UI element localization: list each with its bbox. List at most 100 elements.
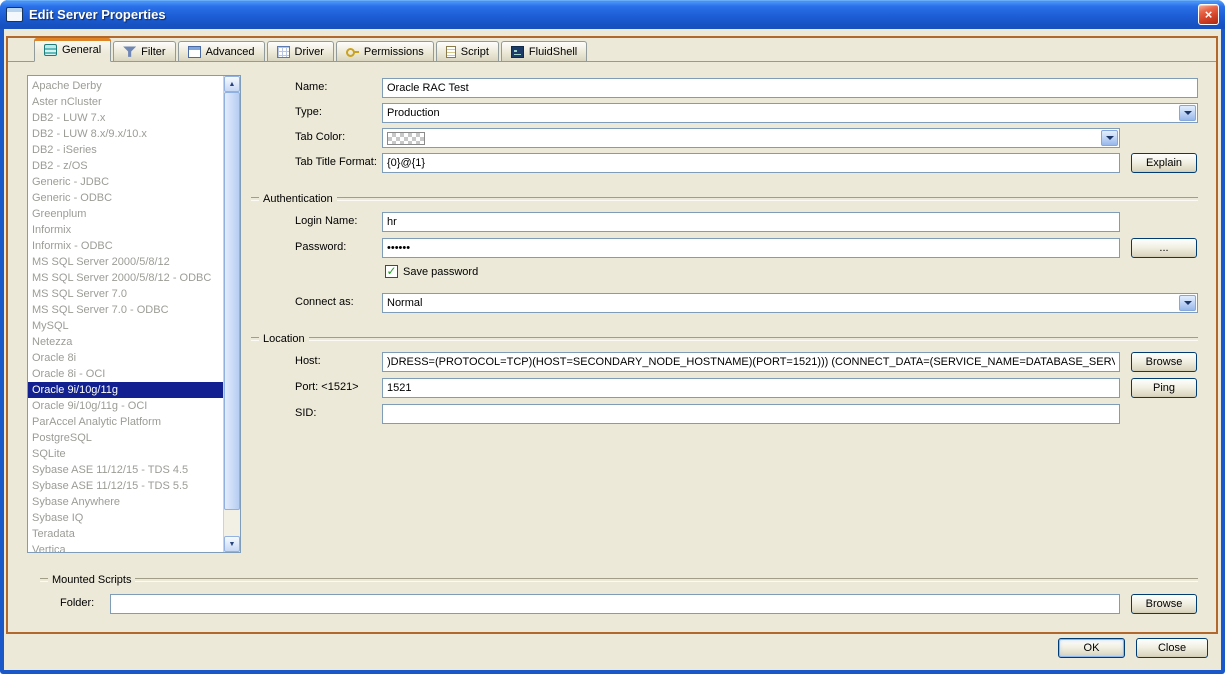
server-type-list[interactable]: Apache Derby Aster nCluster DB2 - LUW 7.x D… [27, 75, 241, 553]
type-dropdown-button[interactable] [1179, 105, 1196, 121]
list-item[interactable]: MS SQL Server 7.0 [28, 286, 223, 302]
host-input[interactable] [382, 352, 1120, 372]
tab-general[interactable]: General [34, 38, 112, 62]
type-value: Production [387, 107, 440, 119]
list-item[interactable]: Netezza [28, 334, 223, 350]
list-item[interactable]: Sybase IQ [28, 510, 223, 526]
scroll-up-button[interactable]: ▲ [224, 76, 240, 92]
login-name-label: Login Name: [295, 215, 358, 227]
list-item[interactable]: Aster nCluster [28, 94, 223, 110]
list-item[interactable]: DB2 - z/OS [28, 158, 223, 174]
list-item[interactable]: MS SQL Server 7.0 - ODBC [28, 302, 223, 318]
list-item[interactable]: Vertica [28, 542, 223, 552]
separator-line [135, 578, 1198, 582]
separator-line [251, 337, 259, 341]
edit-server-properties-dialog: Edit Server Properties × General Filter Ad… [0, 0, 1225, 674]
list-item[interactable]: Teradata [28, 526, 223, 542]
authentication-title: Authentication [263, 193, 333, 205]
driver-tab-icon [276, 45, 290, 58]
list-item[interactable]: MS SQL Server 2000/5/8/12 [28, 254, 223, 270]
folder-label: Folder: [60, 597, 95, 609]
list-item[interactable]: Informix - ODBC [28, 238, 223, 254]
list-item[interactable]: DB2 - iSeries [28, 142, 223, 158]
checkbox-box: ✓ [385, 263, 398, 278]
save-password-checkbox[interactable]: ✓ Save password [385, 263, 479, 278]
tab-label: FluidShell [528, 45, 578, 58]
list-item[interactable]: PostgreSQL [28, 430, 223, 446]
tab-color-label: Tab Color: [295, 131, 346, 143]
scroll-thumb[interactable] [224, 92, 240, 510]
title-bar[interactable]: Edit Server Properties × [0, 0, 1225, 29]
list-item[interactable]: DB2 - LUW 8.x/9.x/10.x [28, 126, 223, 142]
general-tab-panel: Apache Derby Aster nCluster DB2 - LUW 7.x D… [8, 62, 1216, 632]
tab-permissions[interactable]: Permissions [335, 41, 434, 61]
folder-browse-button[interactable]: Browse [1131, 594, 1197, 614]
password-input[interactable] [382, 238, 1120, 258]
tab-label: Driver [294, 45, 324, 58]
location-title: Location [263, 333, 305, 345]
host-browse-button[interactable]: Browse [1131, 352, 1197, 372]
transparent-color-swatch [387, 131, 425, 145]
list-item[interactable]: DB2 - LUW 7.x [28, 110, 223, 126]
list-item[interactable]: Oracle 8i [28, 350, 223, 366]
list-item[interactable]: MS SQL Server 2000/5/8/12 - ODBC [28, 270, 223, 286]
dialog-client-area: General Filter Advanced Driver Permissions Sc… [4, 29, 1221, 670]
chevron-down-icon [1183, 111, 1192, 115]
tab-script[interactable]: Script [435, 41, 499, 61]
connect-as-select[interactable]: Normal [382, 293, 1198, 313]
tab-fluidshell[interactable]: FluidShell [500, 41, 588, 61]
list-item[interactable]: Informix [28, 222, 223, 238]
login-name-input[interactable] [382, 212, 1120, 232]
list-item[interactable]: Generic - ODBC [28, 190, 223, 206]
check-icon: ✓ [386, 263, 397, 278]
list-item[interactable]: Oracle 8i - OCI [28, 366, 223, 382]
chevron-down-icon [1183, 301, 1192, 305]
tab-title-format-input[interactable] [382, 153, 1120, 173]
server-type-list-items: Apache Derby Aster nCluster DB2 - LUW 7.x D… [28, 76, 223, 552]
scroll-down-button[interactable]: ▼ [224, 536, 240, 552]
list-item[interactable]: Generic - JDBC [28, 174, 223, 190]
folder-input[interactable] [110, 594, 1120, 614]
port-input[interactable] [382, 378, 1120, 398]
chevron-down-icon [1105, 136, 1114, 140]
type-select[interactable]: Production [382, 103, 1198, 123]
close-button[interactable]: Close [1136, 638, 1208, 658]
sid-input[interactable] [382, 404, 1120, 424]
tab-label: Advanced [205, 45, 255, 58]
tab-strip: General Filter Advanced Driver Permissions Sc… [8, 38, 1216, 62]
list-item[interactable]: Sybase ASE 11/12/15 - TDS 4.5 [28, 462, 223, 478]
list-item[interactable]: Sybase Anywhere [28, 494, 223, 510]
list-item[interactable]: Apache Derby [28, 78, 223, 94]
save-password-label: Save password [403, 265, 479, 278]
list-item[interactable]: ParAccel Analytic Platform [28, 414, 223, 430]
list-item[interactable]: Greenplum [28, 206, 223, 222]
tab-filter[interactable]: Filter [113, 41, 176, 61]
window-title: Edit Server Properties [29, 7, 166, 22]
ok-button[interactable]: OK [1058, 638, 1125, 658]
list-item[interactable]: MySQL [28, 318, 223, 334]
scroll-track[interactable] [224, 92, 240, 536]
ping-button[interactable]: Ping [1131, 378, 1197, 398]
close-icon[interactable]: × [1198, 4, 1219, 25]
list-item[interactable]: Oracle 9i/10g/11g [28, 382, 223, 398]
tab-color-select[interactable] [382, 128, 1120, 148]
tab-advanced[interactable]: Advanced [177, 41, 265, 61]
separator-line [251, 197, 259, 201]
list-scrollbar[interactable]: ▲ ▼ [223, 76, 240, 552]
port-label: Port: <1521> [295, 381, 359, 393]
list-item[interactable]: SQLite [28, 446, 223, 462]
advanced-tab-icon [187, 45, 201, 58]
authentication-separator: Authentication [251, 192, 1198, 206]
name-input[interactable] [382, 78, 1198, 98]
app-icon [6, 7, 23, 22]
list-item[interactable]: Sybase ASE 11/12/15 - TDS 5.5 [28, 478, 223, 494]
list-item[interactable]: Oracle 9i/10g/11g - OCI [28, 398, 223, 414]
tab-color-dropdown-button[interactable] [1101, 130, 1118, 146]
tab-label: Script [460, 45, 489, 58]
explain-button[interactable]: Explain [1131, 153, 1197, 173]
connect-as-dropdown-button[interactable] [1179, 295, 1196, 311]
tab-driver[interactable]: Driver [266, 41, 334, 61]
password-ellipsis-button[interactable]: ... [1131, 238, 1197, 258]
type-label: Type: [295, 106, 322, 118]
name-label: Name: [295, 81, 328, 93]
